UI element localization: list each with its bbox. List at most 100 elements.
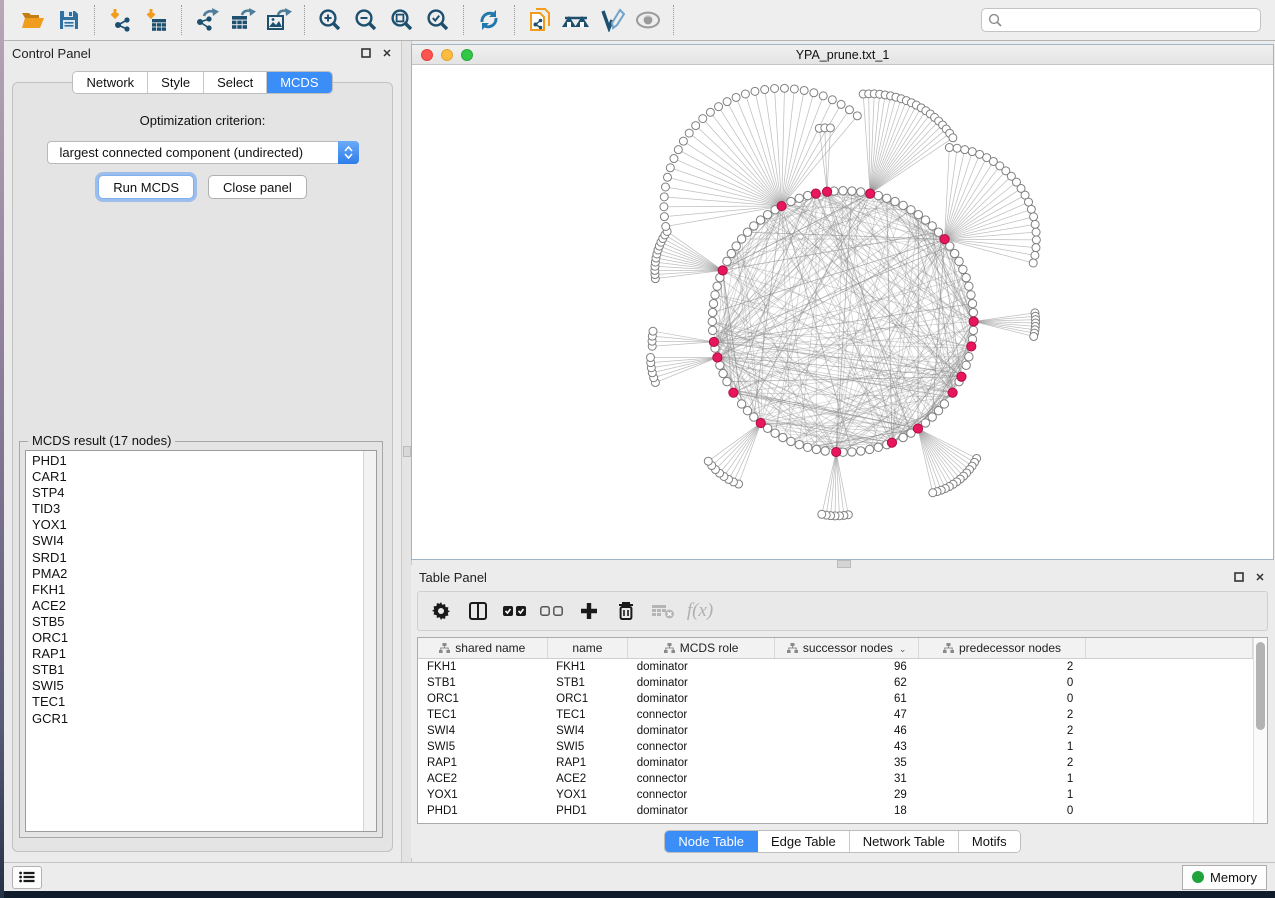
network-canvas[interactable] [412, 65, 1273, 559]
share-document-icon[interactable] [522, 5, 558, 35]
table-cell: RAP1 [418, 755, 547, 771]
tab-style[interactable]: Style [148, 72, 204, 93]
table-row[interactable]: ORC1ORC1dominator610 [418, 691, 1253, 707]
table-cell [1085, 691, 1252, 707]
mcds-result-item[interactable]: SWI5 [32, 678, 363, 694]
criterion-value: largest connected component (undirected) [48, 145, 304, 160]
table-cell: STB1 [418, 675, 547, 691]
vizmapper-icon[interactable] [594, 5, 630, 35]
mcds-result-item[interactable]: SRD1 [32, 550, 363, 566]
table-row[interactable]: STB1STB1dominator620 [418, 675, 1253, 691]
table-cell: 96 [775, 659, 919, 676]
status-bar: Memory [4, 862, 1275, 891]
column-header-predecessor-nodes[interactable]: predecessor nodes [919, 638, 1085, 659]
application-window: Control Panel ✕ Network Style Select MCD… [4, 0, 1275, 891]
tab-node-table[interactable]: Node Table [665, 831, 758, 852]
table-toolbar: f(x) [417, 591, 1268, 631]
zoom-fit-icon[interactable] [384, 5, 420, 35]
tab-network-table[interactable]: Network Table [850, 831, 959, 852]
horizontal-split-handle[interactable] [837, 560, 851, 568]
table-cell: PHD1 [418, 803, 547, 819]
table-row[interactable]: PHD1PHD1dominator180 [418, 803, 1253, 819]
export-network-icon[interactable] [189, 5, 225, 35]
table-cell [1085, 755, 1252, 771]
save-icon[interactable] [51, 5, 87, 35]
mcds-list-scrollbar[interactable] [363, 451, 376, 831]
table-row[interactable]: SWI4SWI4dominator462 [418, 723, 1253, 739]
mcds-result-item[interactable]: TID3 [32, 501, 363, 517]
table-row[interactable]: TEC1TEC1connector472 [418, 707, 1253, 723]
tab-select[interactable]: Select [204, 72, 267, 93]
table-cell: 0 [919, 803, 1085, 819]
table-cell: TEC1 [418, 707, 547, 723]
delete-row-icon[interactable] [611, 597, 641, 625]
table-row[interactable]: SWI5SWI5connector431 [418, 739, 1253, 755]
table-scrollbar[interactable] [1253, 638, 1267, 823]
column-header-successor-nodes[interactable]: successor nodes⌄ [775, 638, 919, 659]
criterion-dropdown[interactable]: largest connected component (undirected) [47, 141, 359, 164]
mcds-result-item[interactable]: STP4 [32, 485, 363, 501]
task-history-button[interactable] [12, 866, 42, 889]
import-table-disabled-icon [648, 597, 678, 625]
mcds-tab-content: Optimization criterion: largest connecte… [12, 82, 393, 852]
mcds-result-item[interactable]: FKH1 [32, 582, 363, 598]
search-box [981, 8, 1261, 32]
mcds-result-item[interactable]: GCR1 [32, 711, 363, 727]
memory-button[interactable]: Memory [1182, 865, 1267, 890]
mcds-result-item[interactable]: CAR1 [32, 469, 363, 485]
table-cell: connector [628, 787, 775, 803]
mcds-result-item[interactable]: TEC1 [32, 694, 363, 710]
table-cell: STB1 [547, 675, 628, 691]
hide-details-eye-icon[interactable] [630, 5, 666, 35]
export-table-icon[interactable] [225, 5, 261, 35]
table-row[interactable]: FKH1FKH1dominator962 [418, 659, 1253, 676]
export-image-icon[interactable] [261, 5, 297, 35]
table-cell: SWI4 [418, 723, 547, 739]
column-header-name[interactable]: name [547, 638, 628, 659]
table-settings-icon[interactable] [426, 597, 456, 625]
birds-eye-view-icon[interactable] [558, 5, 594, 35]
mcds-result-item[interactable]: RAP1 [32, 646, 363, 662]
table-row[interactable]: YOX1YOX1connector291 [418, 787, 1253, 803]
mcds-result-item[interactable]: PHD1 [32, 453, 363, 469]
deselect-all-icon[interactable] [537, 597, 567, 625]
column-header-MCDS-role[interactable]: MCDS role [628, 638, 775, 659]
add-row-icon[interactable] [574, 597, 604, 625]
zoom-selected-icon[interactable] [420, 5, 456, 35]
close-table-panel-icon[interactable]: ✕ [1254, 571, 1266, 583]
float-table-panel-icon[interactable] [1233, 571, 1245, 583]
mcds-result-item[interactable]: ORC1 [32, 630, 363, 646]
mcds-result-item[interactable]: STB1 [32, 662, 363, 678]
tab-motifs[interactable]: Motifs [959, 831, 1020, 852]
table-tabs: Node Table Edge Table Network Table Moti… [411, 824, 1274, 858]
table-cell: dominator [628, 675, 775, 691]
import-network-icon[interactable] [102, 5, 138, 35]
run-mcds-button[interactable]: Run MCDS [98, 175, 194, 199]
refresh-icon[interactable] [471, 5, 507, 35]
mcds-result-item[interactable]: SWI4 [32, 533, 363, 549]
column-view-icon[interactable] [463, 597, 493, 625]
table-panel-header: Table Panel ✕ [411, 565, 1274, 589]
float-panel-icon[interactable] [360, 47, 372, 59]
table-row[interactable]: RAP1RAP1dominator352 [418, 755, 1253, 771]
table-scrollbar-thumb[interactable] [1256, 642, 1265, 730]
table-cell: ACE2 [418, 771, 547, 787]
zoom-out-icon[interactable] [348, 5, 384, 35]
close-panel-button[interactable]: Close panel [208, 175, 307, 199]
search-input[interactable] [1007, 12, 1254, 28]
import-table-icon[interactable] [138, 5, 174, 35]
open-folder-icon[interactable] [15, 5, 51, 35]
zoom-in-icon[interactable] [312, 5, 348, 35]
mcds-result-item[interactable]: PMA2 [32, 566, 363, 582]
mcds-result-item[interactable]: ACE2 [32, 598, 363, 614]
tab-edge-table[interactable]: Edge Table [758, 831, 850, 852]
network-window-titlebar: YPA_prune.txt_1 [412, 45, 1273, 65]
column-header-shared-name[interactable]: shared name [418, 638, 547, 659]
close-panel-icon[interactable]: ✕ [381, 47, 393, 59]
select-all-icon[interactable] [500, 597, 530, 625]
mcds-result-item[interactable]: STB5 [32, 614, 363, 630]
table-row[interactable]: ACE2ACE2connector311 [418, 771, 1253, 787]
tab-mcds[interactable]: MCDS [267, 72, 331, 93]
mcds-result-item[interactable]: YOX1 [32, 517, 363, 533]
tab-network[interactable]: Network [73, 72, 148, 93]
